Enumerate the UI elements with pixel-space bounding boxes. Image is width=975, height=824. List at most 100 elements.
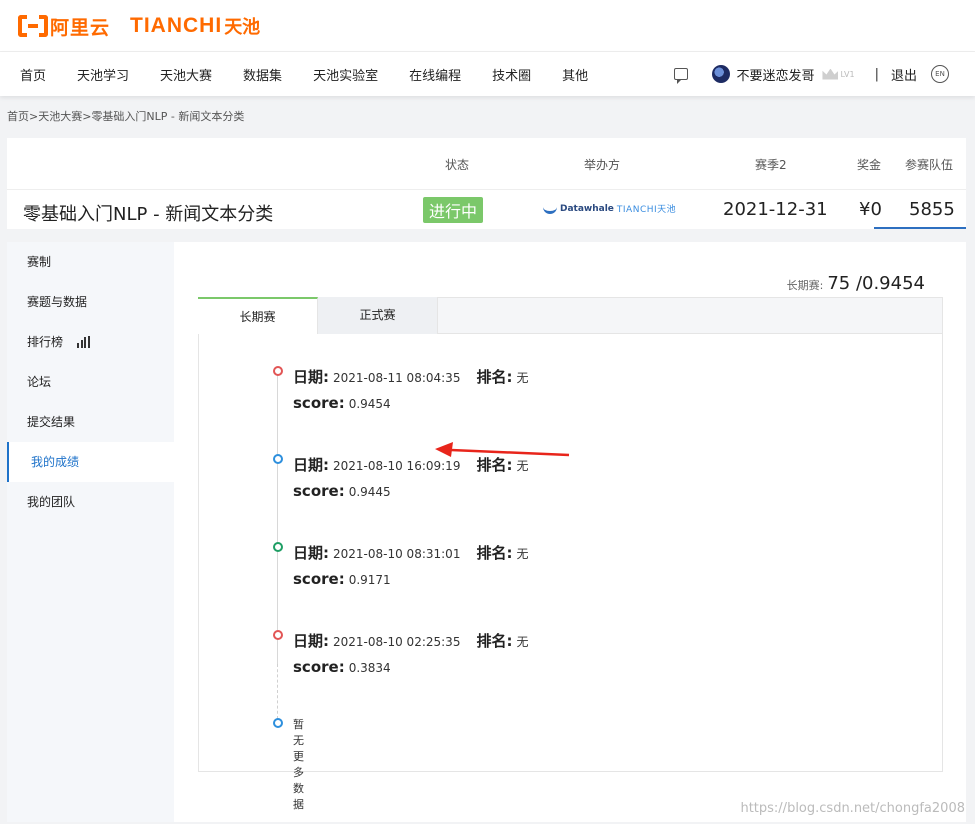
long-score-value: 75 /0.9454 — [827, 273, 925, 294]
score-label: score: — [293, 394, 345, 412]
prize-header: 奖金 — [857, 158, 882, 172]
tab-long-term[interactable]: 长期赛 — [198, 297, 318, 334]
prize-value: ¥0 — [859, 199, 882, 220]
sidebar-item-forum[interactable]: 论坛 — [7, 362, 174, 402]
score-label: score: — [293, 570, 345, 588]
user-name[interactable]: 不要迷恋发哥 — [736, 65, 814, 84]
sidebar-item-problem-data[interactable]: 赛题与数据 — [7, 282, 174, 322]
teams-count: 5855 — [909, 199, 955, 220]
record-score: 0.3834 — [348, 661, 391, 675]
nav-item-lab[interactable]: 天池实验室 — [313, 65, 378, 84]
nav-item-datasets[interactable]: 数据集 — [243, 65, 282, 84]
aliyun-tianchi-logo[interactable]: 阿里云 TIANCHI 天池 — [18, 13, 260, 39]
sidebar-item-label: 赛题与数据 — [27, 295, 88, 309]
record-score: 0.9454 — [348, 397, 391, 411]
logo-tianchi-text: TIANCHI — [130, 14, 223, 37]
sidebar-item-label: 赛制 — [27, 255, 52, 269]
sidebar-item-my-team[interactable]: 我的团队 — [7, 482, 174, 522]
teams-underline — [874, 227, 966, 229]
sidebar-item-label: 提交结果 — [27, 415, 76, 429]
tab-official[interactable]: 正式赛 — [318, 297, 438, 334]
sidebar-item-label: 论坛 — [27, 375, 52, 389]
nav-item-tech-circle[interactable]: 技术圈 — [492, 65, 531, 84]
sidebar-item-submit[interactable]: 提交结果 — [7, 402, 174, 442]
breadcrumb-sep: > — [29, 110, 39, 123]
timeline-dot — [273, 542, 283, 552]
nav-item-competitions[interactable]: 天池大赛 — [160, 65, 212, 84]
score-tabs: 长期赛 正式赛 — [198, 297, 942, 334]
nav-menu: 首页 天池学习 天池大赛 数据集 天池实验室 在线编程 技术圈 其他 — [20, 52, 619, 96]
aliyun-logo-icon — [18, 15, 48, 37]
timeline-dot — [273, 366, 283, 376]
red-arrow-annotation — [435, 442, 570, 457]
timeline-dot — [273, 454, 283, 464]
organizer-tianchi: TIANCHI天池 — [616, 205, 677, 215]
crown-icon — [822, 68, 839, 80]
long-score-label: 长期赛: — [786, 279, 824, 292]
sidebar-item-label: 我的成绩 — [31, 455, 80, 469]
arrow-shaft — [450, 448, 570, 457]
status-badge: 进行中 — [423, 197, 484, 223]
timeline-line — [277, 374, 278, 664]
timeline-dot — [273, 718, 283, 728]
arrow-head — [435, 442, 453, 457]
breadcrumb-contest[interactable]: 天池大赛 — [38, 110, 82, 123]
level-text: LV1 — [840, 69, 855, 79]
long-term-score: 长期赛: 75 /0.9454 — [787, 273, 925, 294]
scores-content: 长期赛: 75 /0.9454 长期赛 正式赛 日期: 2021-08-11 08:… — [174, 242, 966, 822]
sidebar-item-rules[interactable]: 赛制 — [7, 242, 174, 282]
breadcrumb-current[interactable]: 零基础入门NLP - 新闻文本分类 — [91, 110, 244, 123]
logo-aliyun-text: 阿里云 — [50, 16, 111, 39]
nav-separator: | — [874, 66, 879, 82]
teams-header: 参赛队伍 — [905, 158, 954, 172]
record-score: 0.9171 — [348, 573, 391, 587]
record-score: 0.9445 — [348, 485, 391, 499]
score-label: score: — [293, 482, 345, 500]
nav-item-learning[interactable]: 天池学习 — [77, 65, 129, 84]
season-end-date: 2021-12-31 — [723, 199, 828, 220]
score-tab-panel: 长期赛 正式赛 日期: 2021-08-11 08:04:35 排名: 无 score… — [198, 297, 943, 811]
sidebar-item-label: 我的团队 — [27, 495, 76, 509]
date-label: 日期: — [293, 632, 329, 650]
organizer-header: 举办方 — [584, 158, 621, 172]
rank-label: 排名: — [476, 544, 513, 562]
avatar[interactable] — [712, 65, 731, 83]
date-label: 日期: — [293, 368, 329, 386]
sidebar-item-my-scores[interactable]: 我的成绩 — [7, 442, 174, 482]
date-label: 日期: — [293, 544, 329, 562]
season-header: 赛季2 — [755, 158, 787, 172]
language-switch-icon[interactable]: EN — [931, 65, 949, 83]
competition-header-labels: 状态 举办方 赛季2 奖金 参赛队伍 — [7, 138, 966, 190]
user-area: 不要迷恋发哥 LV1 | 退出 EN — [674, 52, 949, 96]
no-more-data-text: 暂无更多数据 — [293, 718, 304, 811]
record-rank: 无 — [516, 371, 529, 385]
logout-link[interactable]: 退出 — [891, 65, 917, 84]
main-navbar: 首页 天池学习 天池大赛 数据集 天池实验室 在线编程 技术圈 其他 不要迷恋发… — [0, 52, 975, 96]
nav-item-online-coding[interactable]: 在线编程 — [409, 65, 461, 84]
record-date: 2021-08-10 08:31:01 — [333, 547, 461, 561]
timeline-dashed-line — [277, 664, 278, 719]
watermark: https://blog.csdn.net/chongfa2008 — [740, 801, 965, 816]
rank-label: 排名: — [476, 368, 513, 386]
competition-title: 零基础入门NLP - 新闻文本分类 — [23, 204, 274, 225]
record-rank: 无 — [516, 547, 529, 561]
user-level-badge: LV1 — [822, 68, 855, 80]
nav-item-other[interactable]: 其他 — [562, 65, 588, 84]
nav-item-home[interactable]: 首页 — [20, 65, 46, 84]
score-label: score: — [293, 658, 345, 676]
record-rank: 无 — [516, 635, 529, 649]
datawhale-icon — [543, 204, 557, 214]
leaderboard-bars-icon — [77, 336, 91, 348]
language-text: EN — [935, 70, 945, 78]
timeline-dot — [273, 630, 283, 640]
organizer-logo: Datawhale TIANCHI天池 — [543, 202, 676, 215]
message-icon[interactable] — [674, 68, 689, 84]
logo-tianchi-cn-text: 天池 — [224, 17, 261, 38]
sidebar-item-leaderboard[interactable]: 排行榜 — [7, 322, 174, 362]
breadcrumb-home[interactable]: 首页 — [7, 110, 29, 123]
organizer-datawhale: Datawhale — [560, 203, 614, 214]
breadcrumb: 首页>天池大赛>零基础入门NLP - 新闻文本分类 — [7, 108, 244, 124]
sidebar-item-label: 排行榜 — [27, 335, 64, 349]
rank-label: 排名: — [476, 632, 513, 650]
date-label: 日期: — [293, 456, 329, 474]
